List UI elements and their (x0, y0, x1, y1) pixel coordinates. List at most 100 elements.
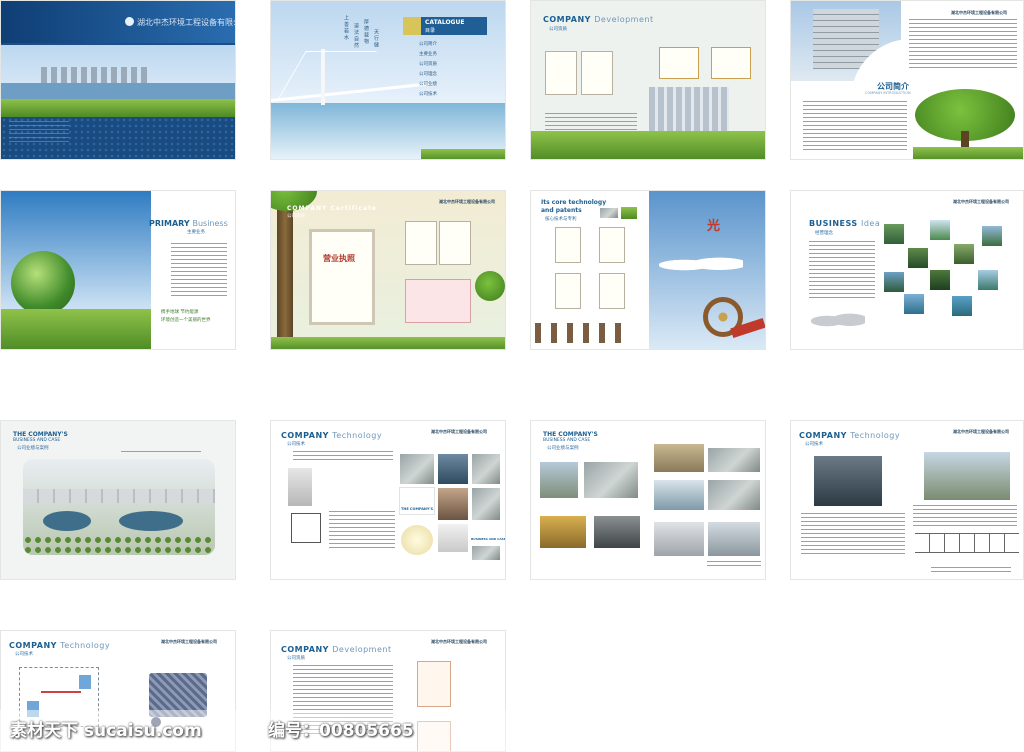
toc-item[interactable]: 公司简介 (419, 41, 437, 47)
world-map (659, 253, 743, 277)
page-title: COMPANY Development (543, 15, 654, 24)
grass-strip (421, 149, 505, 159)
nature-tile (929, 219, 951, 241)
nature-tile (903, 293, 925, 315)
title-bold: PRIMARY (149, 219, 190, 228)
title-bold: BUSINESS (809, 219, 858, 228)
page-title: COMPANY Certificate (287, 205, 377, 212)
case-photo (653, 443, 705, 473)
nature-tile (907, 247, 929, 269)
toc-item[interactable]: 公司业绩 (419, 81, 437, 87)
title-bold: COMPANY (287, 205, 328, 212)
brochure-page-3-development: COMPANY Development 公司资质 (530, 0, 766, 160)
world-map (811, 309, 865, 333)
page-title: BUSINESS AND CASE (13, 438, 61, 443)
case-photo (539, 461, 579, 499)
patent-certificate (599, 227, 625, 263)
grass-field (1, 309, 151, 349)
slogan-line: 环境创造一个美丽的世界 (161, 318, 211, 323)
case-photo (653, 479, 705, 511)
certificate (405, 221, 437, 265)
case-photo (437, 523, 469, 553)
nature-tile (977, 269, 999, 291)
case-photo (471, 545, 501, 561)
case-label: THE COMPANY'S (401, 507, 433, 511)
page-title: PRIMARY Business (149, 219, 228, 228)
page-title: COMPANY Development (281, 645, 392, 654)
case-photo (471, 453, 501, 485)
cover-company-name: 湖北中杰环境工程设备有限公司 (137, 18, 235, 27)
brochure-page-10-technology: 湖北中杰环境工程设备有限公司 COMPANY Technology 公司技术 T… (270, 420, 506, 580)
plant-buildings (23, 489, 215, 503)
case-photo (707, 521, 761, 557)
page-title: COMPANY Technology (9, 641, 110, 650)
small-tree (475, 271, 505, 301)
page-title: COMPANY Technology (799, 431, 900, 440)
body-text (293, 451, 393, 463)
title-bold: COMPANY (9, 641, 57, 650)
nature-tile (883, 271, 905, 293)
toc-item[interactable]: 公司资质 (419, 61, 437, 67)
certificate (659, 47, 699, 79)
business-list (171, 243, 227, 299)
flow-arrow (41, 691, 81, 693)
business-license (309, 229, 375, 325)
poem-line: 厚 德 载 物 (363, 19, 369, 44)
certificate (581, 51, 613, 95)
tank-icon (79, 675, 91, 689)
page-title: THE COMPANY'S (13, 431, 68, 438)
case-photo (399, 453, 435, 485)
equipment-photo (813, 455, 883, 507)
title-light: Idea (860, 219, 881, 228)
page-subtitle: 公司资质 (287, 214, 305, 219)
nature-tile (929, 269, 951, 291)
header-company-name: 湖北中杰环境工程设备有限公司 (431, 639, 487, 644)
page-title: BUSINESS AND CASE (543, 438, 591, 443)
watermark-id-value: 00805665 (319, 721, 414, 741)
page-subtitle: 公司资质 (287, 656, 305, 661)
certificate (439, 221, 471, 265)
watermark-id-label: 编号： (268, 721, 319, 741)
water-beaker (401, 525, 433, 555)
technical-drawing (291, 513, 321, 543)
poem-line: 天 行 健 (373, 29, 379, 48)
body-text (329, 511, 395, 551)
lakeside-grass (1, 99, 235, 117)
header-company-name: 湖北中杰环境工程设备有限公司 (951, 10, 1007, 15)
header-company-name: 湖北中杰环境工程设备有限公司 (161, 639, 217, 644)
patent-certificate (599, 273, 625, 309)
case-photo (593, 515, 641, 549)
case-photo (707, 479, 761, 511)
case-photo (583, 461, 639, 499)
basin (119, 511, 183, 531)
toc-item[interactable]: 公司理念 (419, 71, 437, 77)
page-subtitle: COMPANY INTRODUCTION (865, 91, 911, 95)
title-bold: COMPANY (281, 645, 329, 654)
case-photo (653, 521, 705, 557)
toc-item[interactable]: 主要业务 (419, 51, 437, 57)
page-title: THE COMPANY'S (543, 431, 598, 438)
nature-tile (883, 223, 905, 245)
brochure-page-8-business-idea: 湖北中杰环境工程设备有限公司 BUSINESS Idea 经营理念 (790, 190, 1024, 350)
equipment-photo (287, 467, 313, 507)
page-subtitle: 公司技术 (287, 442, 305, 447)
cover-contact-lines (9, 121, 69, 143)
toc-item[interactable]: 公司技术 (419, 91, 437, 97)
case-photo (707, 447, 761, 473)
header-company-name: 湖北中杰环境工程设备有限公司 (439, 199, 495, 204)
header-company-name: 湖北中杰环境工程设备有限公司 (431, 429, 487, 434)
brochure-page-6-certificate: COMPANY Certificate 公司资质 湖北中杰环境工程设备有限公司 … (270, 190, 506, 350)
body-text (801, 513, 905, 557)
brochure-page-11-business-case: THE COMPANY'S BUSINESS AND CASE 公司业绩与案例 (530, 420, 766, 580)
grass-strip (913, 147, 1023, 159)
title-light: Certificate (330, 205, 378, 212)
page-subtitle: 公司业绩与案例 (547, 446, 579, 451)
treatment-plant-aerial-photo (23, 459, 215, 555)
brochure-page-7-technology-patents: Its core technology and patents 核心技术与专利 … (530, 190, 766, 350)
plant-photo (923, 451, 1011, 501)
patent-certificate (555, 273, 581, 309)
body-text (545, 113, 637, 133)
page-title: BUSINESS Idea (809, 219, 880, 228)
nature-tile (981, 225, 1003, 247)
case-label: BUSINESS AND CASE (471, 537, 506, 541)
